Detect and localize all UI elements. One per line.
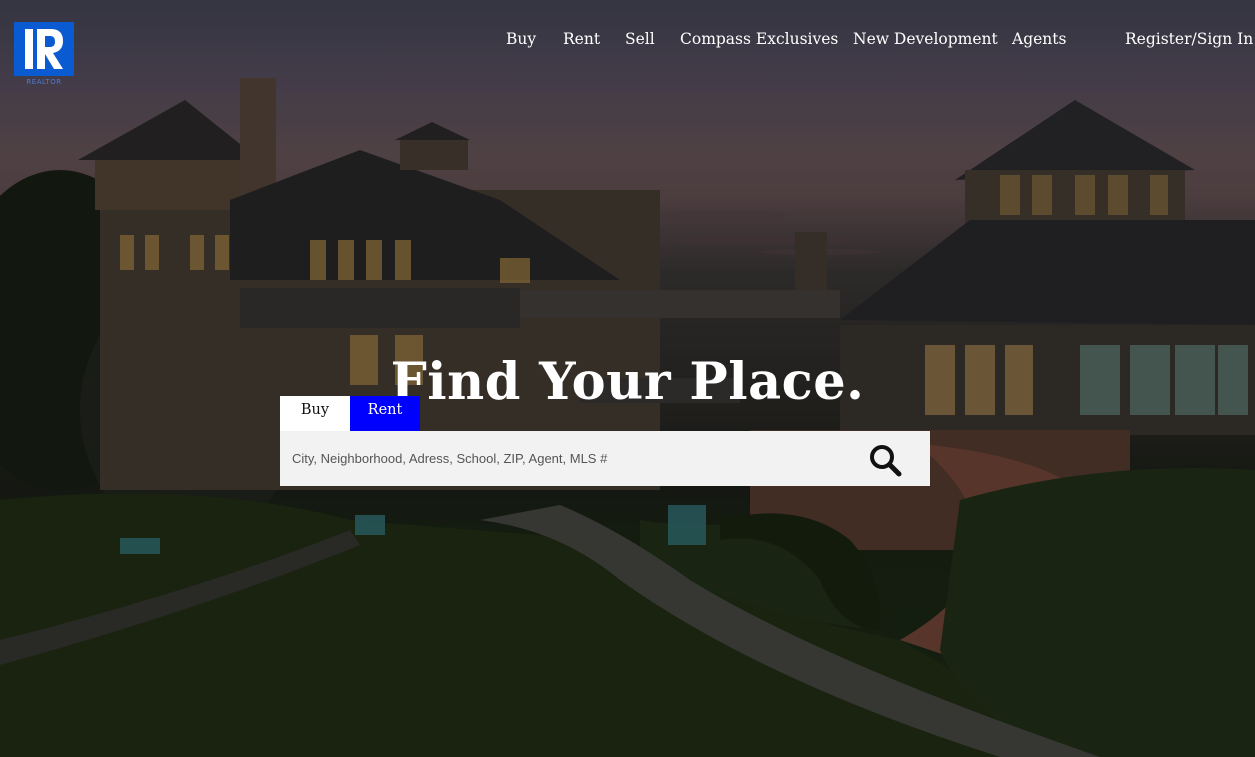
nav-item-compass-exclusives[interactable]: Compass Exclusives	[680, 30, 838, 48]
search-button[interactable]	[868, 443, 902, 477]
nav-item-rent[interactable]: Rent	[563, 30, 600, 48]
register-sign-in-link[interactable]: Register/Sign In	[1125, 30, 1253, 48]
tab-buy[interactable]: Buy	[280, 396, 350, 431]
tab-rent[interactable]: Rent	[350, 396, 420, 431]
search-bar	[280, 431, 930, 486]
nav-item-sell[interactable]: Sell	[625, 30, 655, 48]
logo-r-icon	[25, 29, 63, 69]
nav-item-new-development[interactable]: New Development	[853, 30, 998, 48]
nav-item-agents[interactable]: Agents	[1012, 30, 1066, 48]
realtor-logo[interactable]	[14, 22, 74, 76]
search-input[interactable]	[290, 437, 854, 480]
search-icon	[870, 445, 902, 477]
logo-caption: REALTOR	[26, 78, 62, 86]
nav-item-buy[interactable]: Buy	[506, 30, 536, 48]
